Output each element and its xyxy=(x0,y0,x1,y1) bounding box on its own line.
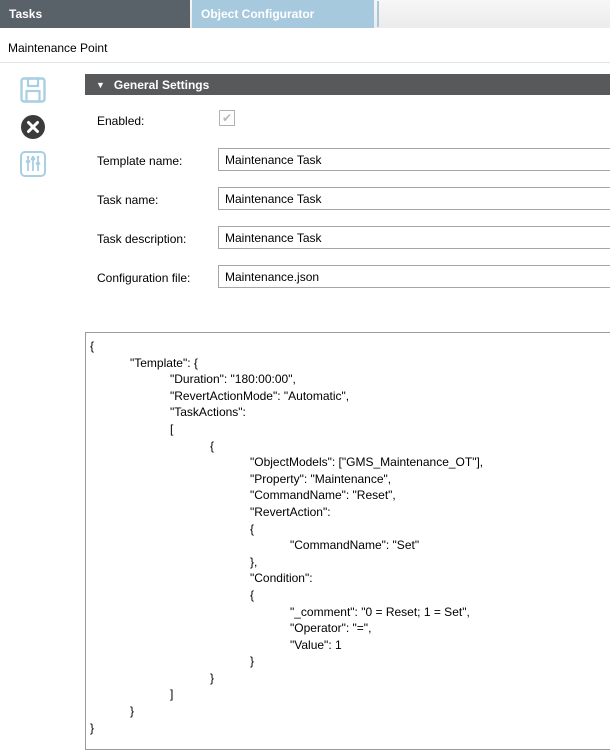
tab-tasks-label: Tasks xyxy=(9,7,42,21)
task-description-input[interactable] xyxy=(218,226,610,249)
task-description-label: Task description: xyxy=(97,232,186,246)
tab-object-configurator[interactable]: Object Configurator xyxy=(192,0,374,28)
divider xyxy=(0,62,610,63)
check-icon: ✔ xyxy=(222,112,232,124)
section-title: General Settings xyxy=(114,78,209,92)
template-name-label: Template name: xyxy=(97,154,182,168)
tab-bar: Tasks Object Configurator xyxy=(0,0,610,28)
task-name-input[interactable] xyxy=(218,187,610,210)
enabled-label: Enabled: xyxy=(97,114,144,128)
task-name-label: Task name: xyxy=(97,193,158,207)
collapse-arrow-icon[interactable]: ▼ xyxy=(96,80,105,90)
cancel-button[interactable] xyxy=(19,113,47,141)
tab-object-configurator-label: Object Configurator xyxy=(201,7,314,21)
cancel-icon xyxy=(19,113,47,141)
configuration-file-input[interactable] xyxy=(218,265,610,288)
template-name-input[interactable] xyxy=(218,148,610,171)
json-editor[interactable]: { "Template": { "Duration": "180:00:00",… xyxy=(90,338,607,736)
section-header-general-settings[interactable]: ▼ General Settings xyxy=(85,74,610,95)
tab-separator xyxy=(377,1,379,27)
save-button[interactable] xyxy=(19,76,47,104)
json-editor-box: { "Template": { "Duration": "180:00:00",… xyxy=(85,332,610,750)
sliders-icon xyxy=(19,150,47,178)
settings-button[interactable] xyxy=(19,150,47,178)
enabled-checkbox[interactable]: ✔ xyxy=(219,110,235,126)
page-title: Maintenance Point xyxy=(8,41,107,55)
save-icon xyxy=(19,76,47,104)
tab-tasks[interactable]: Tasks xyxy=(0,0,190,28)
configuration-file-label: Configuration file: xyxy=(97,271,190,285)
